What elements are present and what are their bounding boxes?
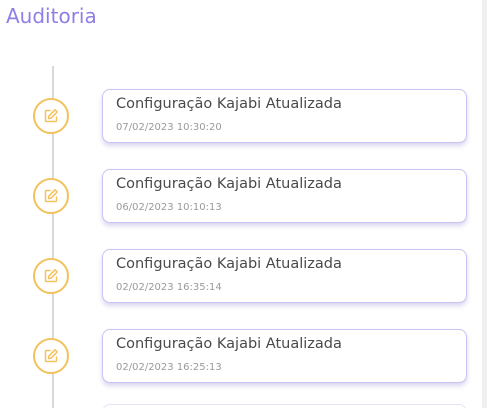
audit-page: Auditoria Configuração Kajabi Atualizada… [0,0,487,408]
audit-title: Configuração Kajabi Atualizada [116,256,342,272]
audit-title: Configuração Kajabi Atualizada [116,176,342,192]
audit-card[interactable]: Configuração Kajabi Atualizada 02/02/202… [102,249,467,303]
audit-card[interactable]: Configuração Kajabi Atualizada 07/02/202… [102,89,467,143]
audit-card[interactable]: Configuração Kajabi Atualizada 06/02/202… [102,169,467,223]
timeline-entry: Configuração Kajabi Atualizada 07/02/202… [0,89,487,149]
audit-title: Configuração Kajabi Atualizada [116,96,342,112]
page-title: Auditoria [6,4,97,28]
audit-card-partial[interactable] [102,404,467,408]
audit-timestamp: 07/02/2023 10:30:20 [116,122,222,133]
audit-timestamp: 06/02/2023 10:10:13 [116,202,222,213]
audit-timestamp: 02/02/2023 16:35:14 [116,282,222,293]
audit-timestamp: 02/02/2023 16:25:13 [116,362,222,373]
timeline-entry: Configuração Kajabi Atualizada 02/02/202… [0,249,487,309]
scrollbar-track[interactable] [482,0,487,408]
audit-card[interactable]: Configuração Kajabi Atualizada 02/02/202… [102,329,467,383]
edit-icon [33,338,69,374]
timeline-entry: Configuração Kajabi Atualizada 02/02/202… [0,329,487,389]
edit-icon [33,258,69,294]
edit-icon [33,178,69,214]
audit-title: Configuração Kajabi Atualizada [116,336,342,352]
timeline-entry: Configuração Kajabi Atualizada 06/02/202… [0,169,487,229]
edit-icon [33,98,69,134]
